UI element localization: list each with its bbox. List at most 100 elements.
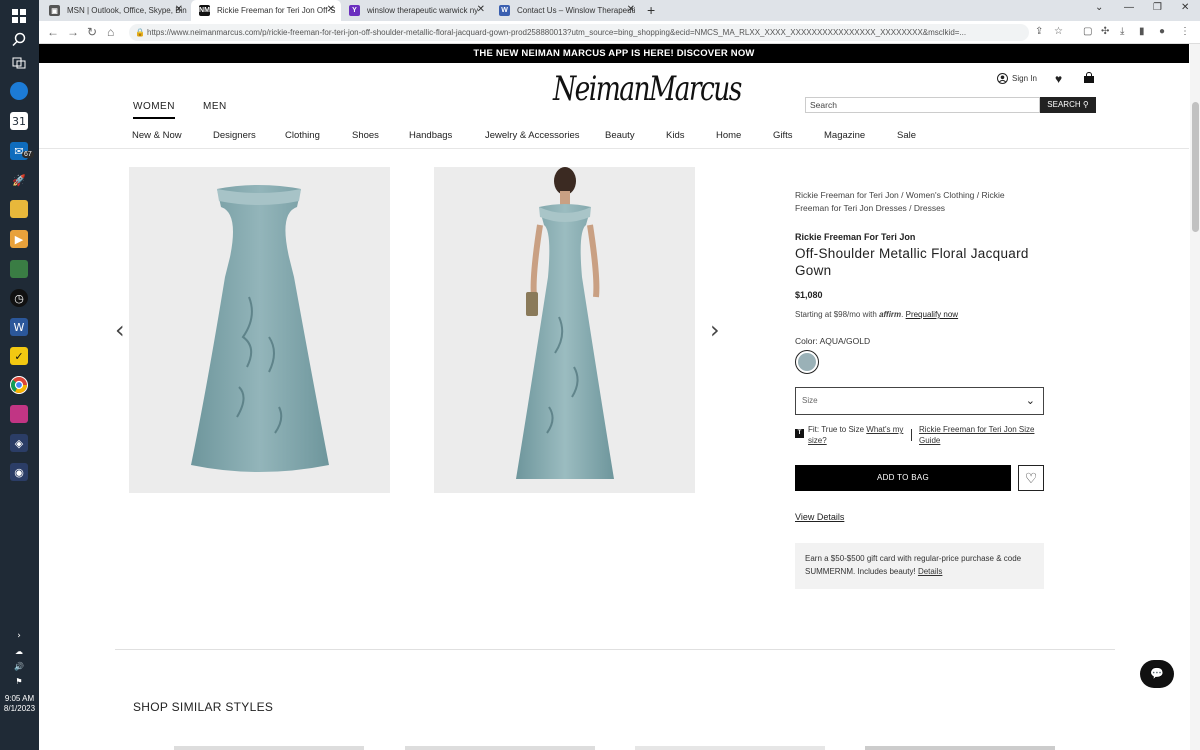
nav-magazine[interactable]: Magazine — [824, 130, 865, 141]
close-icon[interactable]: ✕ — [175, 4, 183, 15]
nav-home[interactable]: Home — [716, 130, 741, 141]
search-button[interactable]: SEARCH ⚲ — [1040, 97, 1096, 113]
puzzle-icon[interactable]: ✣ — [1101, 26, 1109, 37]
share-icon[interactable]: ⇪ — [1035, 26, 1043, 37]
extension-icon[interactable]: ▢ — [1083, 26, 1092, 37]
close-icon[interactable]: ✕ — [327, 4, 335, 15]
swatch-fill — [798, 353, 816, 371]
rocket-icon[interactable]: 🚀 — [10, 171, 28, 189]
network-icon[interactable]: ⚑ — [10, 672, 28, 690]
similar-thumb[interactable] — [865, 746, 1055, 750]
norton-icon[interactable]: ✓ — [10, 347, 28, 365]
task-view-icon[interactable] — [10, 54, 28, 72]
clock-date[interactable]: 8/1/2023 — [0, 704, 39, 714]
profile-icon[interactable]: ● — [1159, 26, 1165, 37]
download-icon[interactable]: ⤓ — [1120, 26, 1124, 37]
tab-neiman-marcus[interactable]: NM Rickie Freeman for Teri Jon Off-S ✕ — [191, 0, 341, 21]
affirm-financing: Starting at $98/mo with affirm. Prequali… — [795, 310, 959, 319]
file-explorer-icon[interactable] — [10, 200, 28, 218]
home-icon[interactable]: ⌂ — [107, 25, 114, 39]
nav-shoes[interactable]: Shoes — [352, 130, 379, 141]
mail-badge: 67 — [22, 151, 34, 158]
search-icon: ⚲ — [1082, 100, 1089, 109]
women-tab[interactable]: WOMEN — [133, 101, 175, 119]
nav-kids[interactable]: Kids — [666, 130, 684, 141]
similar-thumb[interactable] — [174, 746, 364, 750]
men-tab[interactable]: MEN — [203, 101, 227, 112]
search-icon[interactable] — [10, 30, 28, 48]
page-scrollbar[interactable] — [1190, 44, 1200, 750]
restore-icon[interactable]: ❐ — [1153, 2, 1162, 13]
close-window-icon[interactable]: ✕ — [1181, 2, 1189, 13]
similar-thumb[interactable] — [405, 746, 595, 750]
product-title: Off-Shoulder Metallic Floral Jacquard Go… — [795, 246, 1029, 278]
neiman-marcus-logo[interactable]: NeimanMarcus — [552, 68, 743, 121]
clock-app-icon[interactable]: ◷ — [10, 289, 28, 307]
promo-details-link[interactable]: Details — [918, 567, 942, 576]
app-promo-banner[interactable]: THE NEW NEIMAN MARCUS APP IS HERE! DISCO… — [39, 44, 1189, 63]
lock-icon[interactable]: 🔒 — [135, 24, 145, 41]
view-details-link[interactable]: View Details — [795, 512, 844, 522]
tab-bing-search[interactable]: Y winslow therapeutic warwick ny ✕ — [341, 0, 491, 21]
clock-time[interactable]: 9:05 AM — [0, 694, 39, 704]
shopping-bag-icon[interactable] — [1083, 72, 1095, 87]
color-swatch-aqua-gold[interactable] — [795, 350, 819, 374]
nav-designers[interactable]: Designers — [213, 130, 256, 141]
edge-icon[interactable] — [10, 82, 28, 100]
reload-icon[interactable]: ↻ — [87, 25, 97, 39]
menu-icon[interactable]: ⋮ — [1180, 26, 1190, 37]
similar-thumb[interactable] — [635, 746, 825, 750]
size-guide-link[interactable]: Rickie Freeman for Teri Jon Size Guide — [919, 425, 1034, 445]
chrome-icon[interactable] — [10, 376, 28, 394]
nav-sale[interactable]: Sale — [897, 130, 916, 141]
nav-handbags[interactable]: Handbags — [409, 130, 452, 141]
minimize-icon[interactable]: — — [1124, 2, 1134, 13]
back-icon[interactable]: ← — [47, 25, 59, 39]
breadcrumb[interactable]: Rickie Freeman for Teri Jon / Women's Cl… — [795, 189, 1040, 215]
add-to-bag-button[interactable]: ADD TO BAG — [795, 465, 1011, 491]
prev-image-arrow-icon[interactable]: ‹ — [115, 316, 125, 344]
close-icon[interactable]: ✕ — [477, 4, 485, 15]
section-divider — [115, 649, 1115, 650]
search-input[interactable]: Search — [805, 97, 1040, 113]
photos-icon[interactable] — [10, 405, 28, 423]
search-button-label: SEARCH — [1047, 100, 1081, 109]
winslow-favicon-icon: W — [499, 5, 510, 16]
forward-icon[interactable]: → — [67, 25, 79, 39]
nav-new-now[interactable]: New & Now — [132, 130, 182, 141]
next-image-arrow-icon[interactable]: › — [710, 316, 720, 344]
close-icon[interactable]: ✕ — [627, 4, 635, 15]
product-price: $1,080 — [795, 290, 823, 300]
product-image-model[interactable] — [434, 167, 695, 493]
promo-text: Earn a $50-$500 gift card with regular-p… — [805, 554, 1022, 576]
product-image-flat[interactable] — [129, 167, 390, 493]
new-tab-icon[interactable]: + — [647, 2, 655, 18]
nav-gifts[interactable]: Gifts — [773, 130, 793, 141]
color-label: Color: AQUA/GOLD — [795, 336, 871, 346]
size-select[interactable]: Size ⌄ — [795, 387, 1044, 415]
scroll-thumb[interactable] — [1192, 102, 1199, 232]
tab-winslow-contact[interactable]: W Contact Us – Winslow Therapeuti ✕ — [491, 0, 641, 21]
calendar-icon[interactable]: 31 — [10, 112, 28, 130]
prequalify-link[interactable]: Prequalify now — [906, 310, 958, 319]
windows-start-icon[interactable] — [10, 7, 28, 25]
chat-bubble-icon[interactable]: 💬 — [1140, 660, 1174, 688]
heart-icon[interactable]: ♥ — [1055, 72, 1062, 86]
sidebar-icon[interactable]: ▮ — [1139, 26, 1145, 37]
tab-msn[interactable]: ▣ MSN | Outlook, Office, Skype, Bin ✕ — [41, 0, 189, 21]
word-icon[interactable]: W — [10, 318, 28, 336]
nav-beauty[interactable]: Beauty — [605, 130, 635, 141]
app3-icon[interactable]: ◉ — [10, 463, 28, 481]
app2-icon[interactable]: ◈ — [10, 434, 28, 452]
url-field[interactable]: 🔒 https://www.neimanmarcus.com/p/rickie-… — [129, 24, 1029, 41]
tab-search-chevron-icon[interactable]: ⌄ — [1095, 2, 1103, 13]
wishlist-heart-icon[interactable]: ♡ — [1018, 465, 1044, 491]
product-brand[interactable]: Rickie Freeman For Teri Jon — [795, 232, 915, 242]
app-icon[interactable] — [10, 260, 28, 278]
media-player-icon[interactable]: ▶ — [10, 230, 28, 248]
nav-jewelry-accessories[interactable]: Jewelry & Accessories — [485, 130, 580, 141]
nav-clothing[interactable]: Clothing — [285, 130, 320, 141]
sign-in-link[interactable]: Sign In — [997, 73, 1037, 84]
star-icon[interactable]: ☆ — [1054, 26, 1063, 37]
header-divider — [39, 148, 1189, 149]
